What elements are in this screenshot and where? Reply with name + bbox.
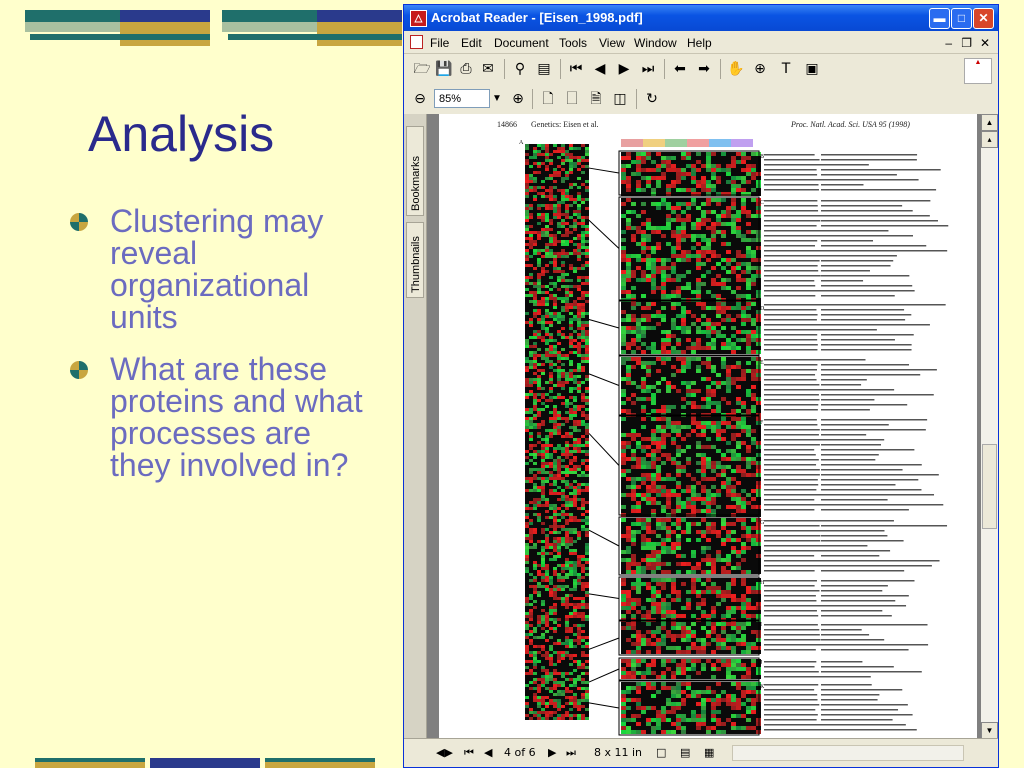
fit-width-icon[interactable]: 🗎 [586,89,606,109]
slide-bullet-list: Clustering may reveal organizational uni… [70,205,370,501]
app-pdf-icon: △ [410,10,427,27]
zoom-dropdown-icon[interactable]: ▼ [490,89,504,108]
continuous-icon[interactable]: ▤ [680,746,690,759]
next-page-icon[interactable]: ▶ [614,59,634,79]
panel-letter: D [760,306,765,312]
back-icon[interactable]: ⬅ [670,59,690,79]
last-page-icon[interactable]: ⏭ [638,59,658,79]
bullet-item: What are these proteins and what process… [70,353,370,481]
scroll-up-button[interactable]: ▲ [981,114,998,131]
fit-visible-icon[interactable]: ◫ [610,89,630,109]
horizontal-scrollbar[interactable] [732,745,964,761]
panel-letter: A [519,140,524,146]
first-page-icon[interactable]: ⏮ [566,59,586,79]
window-title: Acrobat Reader - [Eisen_1998.pdf] [431,10,643,25]
panel-letter: B [760,154,764,160]
panel-letter: I [760,622,762,628]
doc-restore-button[interactable]: ❐ [961,36,972,50]
heatmap-cells [525,139,949,736]
facing-pages-icon[interactable]: ▦ [704,746,714,759]
panel-letter: C [760,200,764,206]
adobe-logo[interactable]: ▲ [964,58,992,84]
bullet-icon [70,213,88,231]
zoom-in-small-icon[interactable]: ⊕ [508,89,528,109]
acrobat-window: △ Acrobat Reader - [Eisen_1998.pdf] ▬ □ … [403,4,999,768]
panel-letter: K [760,684,765,690]
menu-tools[interactable]: Tools [559,36,587,50]
menu-document[interactable]: Document [494,36,549,50]
save-icon[interactable]: 💾 [434,59,454,79]
email-icon[interactable]: ✉ [478,59,498,79]
close-button[interactable]: ✕ [973,8,994,29]
page-size-label: 8 x 11 in [594,746,643,759]
status-last-page-icon[interactable]: ⏭ [566,746,576,760]
panel-letter: H [760,580,765,586]
pdf-page: 14866 Genetics: Eisen et al. Proc. Natl.… [439,114,977,739]
doc-close-button[interactable]: ✕ [980,36,990,50]
forward-icon[interactable]: ➡ [694,59,714,79]
zoom-in-icon[interactable]: ⊕ [750,59,770,79]
menu-help[interactable]: Help [687,36,712,50]
snapshot-icon[interactable]: ▣ [802,59,822,79]
menu-file[interactable]: File [430,36,449,50]
scroll-down-button[interactable]: ▼ [981,722,998,739]
status-first-page-icon[interactable]: ⏮ [464,746,474,760]
view-toggle-icon[interactable]: ▤ [534,59,554,79]
zoom-level-input[interactable] [434,89,490,108]
tab-thumbnails-label: Thumbnails [410,236,422,293]
panel-letter: E [760,360,764,366]
nav-pane-toggle-icon[interactable]: ◀▶ [436,746,453,759]
status-bar: ◀▶ ⏮ ◀ 4 of 6 ▶ ⏭ 8 x 11 in □ ▤ ▦ [404,738,998,767]
text-select-icon[interactable]: T [776,59,796,79]
page-indicator[interactable]: 4 of 6 [504,746,536,759]
toolbar-zoom: ⊖ ▼ ⊕ 🗋 🗌 🗎 ◫ ↻ [404,84,998,115]
minimize-button[interactable]: ▬ [929,8,950,29]
actual-size-icon[interactable]: 🗋 [538,89,558,109]
panel-letter: J [760,660,763,666]
toolbar-file: 🗁 💾 ⎙ ✉ ⚲ ▤ ⏮ ◀ ▶ ⏭ ⬅ ➡ ✋ ⊕ T ▣ ▲ [404,54,998,85]
slide-title: Analysis [88,106,275,162]
navigation-pane-tabs: Bookmarks Thumbnails [404,114,427,739]
menu-bar: File Edit Document Tools View Window Hel… [404,31,998,54]
scroll-page-up-button[interactable]: ▴ [981,131,998,148]
status-next-page-icon[interactable]: ▶ [548,746,556,759]
panel-letter: G [760,520,765,526]
zoom-out-icon[interactable]: ⊖ [410,89,430,109]
menu-window[interactable]: Window [634,36,677,50]
fit-page-icon[interactable]: 🗌 [562,89,582,109]
hand-icon[interactable]: ✋ [726,59,746,79]
vertical-scrollbar[interactable]: ▲ ▴ ▼ [981,114,998,739]
rotate-view-icon[interactable]: ↻ [642,89,662,109]
panel-letter: F [760,420,764,426]
title-bar[interactable]: △ Acrobat Reader - [Eisen_1998.pdf] ▬ □ … [404,5,998,31]
bullet-item: Clustering may reveal organizational uni… [70,205,370,333]
tab-bookmarks[interactable]: Bookmarks [406,126,424,216]
search-binoculars-icon[interactable]: ⚲ [510,59,530,79]
menu-view[interactable]: View [599,36,625,50]
maximize-button[interactable]: □ [951,8,972,29]
tab-thumbnails[interactable]: Thumbnails [406,222,424,298]
tab-bookmarks-label: Bookmarks [410,155,422,211]
open-icon[interactable]: 🗁 [412,59,432,79]
prev-page-icon[interactable]: ◀ [590,59,610,79]
bullet-icon [70,361,88,379]
menu-edit[interactable]: Edit [461,36,482,50]
bullet-text: Clustering may reveal organizational uni… [110,203,324,335]
print-icon[interactable]: ⎙ [456,59,476,79]
document-icon [410,35,423,49]
doc-minimize-button[interactable]: – [945,36,952,50]
single-page-icon[interactable]: □ [656,746,666,759]
document-viewport[interactable]: 14866 Genetics: Eisen et al. Proc. Natl.… [427,114,982,739]
scroll-thumb[interactable] [982,444,997,529]
cluster-heatmap-figure: A B C D E F G H I J K [519,139,949,736]
bullet-text: What are these proteins and what process… [110,351,363,483]
status-prev-page-icon[interactable]: ◀ [484,746,492,759]
